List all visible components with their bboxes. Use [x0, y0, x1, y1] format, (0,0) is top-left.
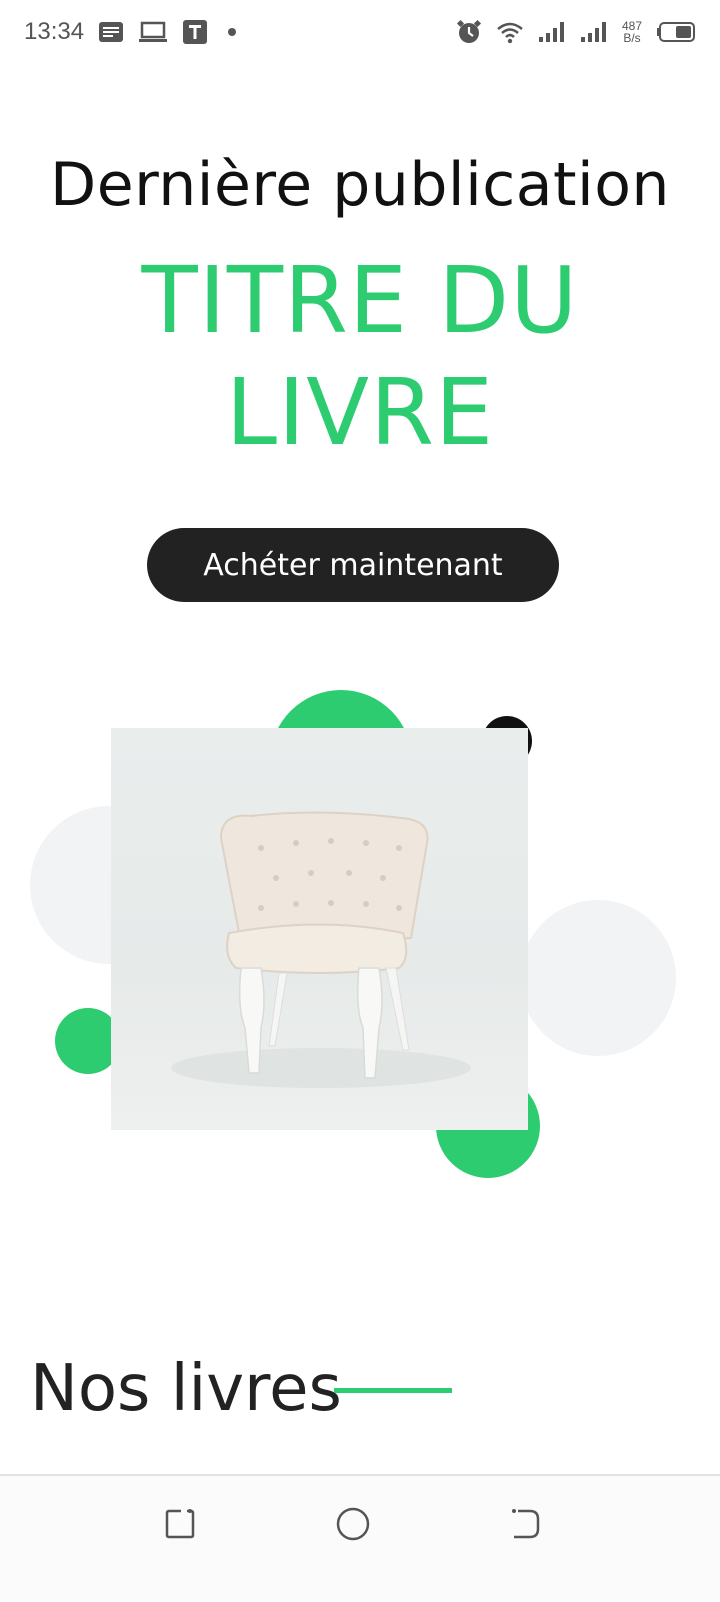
network-speed: 487 B/s: [622, 20, 642, 44]
latest-publication-heading: Dernière publication: [50, 150, 670, 220]
network-speed-unit: B/s: [623, 31, 641, 45]
back-icon[interactable]: [505, 1504, 545, 1544]
signal-icon: [538, 20, 566, 44]
signal-icon: [580, 20, 608, 44]
home-icon[interactable]: [333, 1504, 373, 1544]
section-title-underline: [334, 1388, 452, 1393]
battery-icon: [656, 21, 696, 43]
decorative-circle-gray: [520, 900, 676, 1056]
t-app-icon: [182, 19, 208, 45]
status-bar: 13:34 487 B/s: [0, 0, 720, 64]
book-title-line1: TITRE DU: [141, 247, 579, 354]
chair-photo: [111, 728, 528, 1130]
system-nav-bar: [0, 1474, 720, 1602]
alarm-icon: [456, 19, 482, 45]
status-right: 487 B/s: [456, 19, 696, 45]
message-icon: [98, 20, 124, 44]
dot-icon: [228, 28, 237, 36]
book-title-line2: LIVRE: [225, 359, 495, 466]
recents-icon[interactable]: [160, 1504, 200, 1544]
wifi-icon: [496, 20, 524, 44]
status-left: 13:34: [24, 18, 237, 46]
buy-now-button[interactable]: Achéter maintenant: [147, 528, 559, 602]
laptop-icon: [138, 20, 168, 44]
status-time: 13:34: [24, 18, 85, 45]
section-title-our-books: Nos livres: [30, 1352, 342, 1426]
book-title: TITRE DU LIVRE: [110, 245, 610, 469]
